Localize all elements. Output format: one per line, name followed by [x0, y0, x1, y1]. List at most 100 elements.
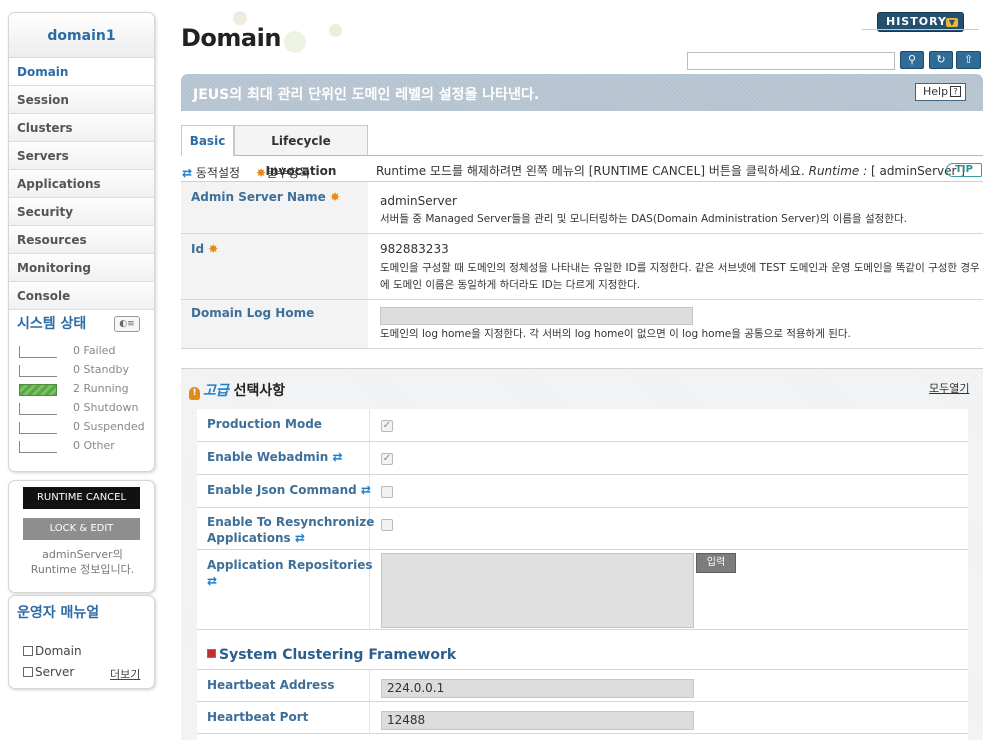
nav-item-resources[interactable]: Resources [9, 226, 154, 254]
runtime-info: adminServer의 Runtime 정보입니다. [9, 547, 156, 577]
field-label: Admin Server Name ✸ [181, 182, 368, 233]
tab-basic[interactable]: Basic [181, 125, 234, 156]
book-icon [23, 667, 33, 677]
status-bar-running [19, 384, 57, 396]
manual-link-domain[interactable]: Domain [23, 644, 82, 658]
enable-resync-label-line1: Enable To Resynchronize [207, 515, 375, 529]
page-description: JEUS의 최대 관리 단위인 도메인 레벨의 설정을 나타낸다. [193, 87, 540, 103]
refresh-icon[interactable]: ↻ [929, 51, 953, 69]
nav-item-domain[interactable]: Domain [9, 58, 154, 86]
page-title: Domain [181, 24, 281, 52]
expand-all-link[interactable]: 모두열기 [929, 380, 969, 396]
lock-edit-button[interactable]: LOCK & EDIT [23, 518, 140, 540]
status-label: Suspended [83, 420, 145, 433]
runtime-info-line1: adminServer의 [42, 548, 123, 561]
help-label: Help [923, 85, 949, 98]
enable-resync-checkbox[interactable] [381, 519, 393, 531]
production-mode-checkbox[interactable]: ✓ [381, 420, 393, 432]
status-running: 2 Running [9, 380, 154, 399]
admin-server-name-desc: 서버들 중 Managed Server들을 관리 및 모니터링하는 DAS(D… [380, 213, 907, 225]
nav-item-applications[interactable]: Applications [9, 170, 154, 198]
status-bar [19, 403, 57, 415]
heartbeat-address-input[interactable]: 224.0.0.1 [381, 679, 694, 698]
decorative-circle [284, 31, 306, 53]
status-count: 0 [73, 363, 80, 376]
system-status-header: 시스템 상태 ◐≡ [9, 310, 154, 338]
tab-lifecycle-invocation[interactable]: Lifecycle Invocation [234, 125, 368, 178]
runtime-tip-text: Runtime 모드를 해제하려면 왼쪽 메뉴의 [RUNTIME CANCEL… [376, 164, 805, 178]
domain-log-home-input[interactable] [380, 307, 693, 325]
status-label: Standby [83, 363, 129, 376]
status-shutdown: 0 Shutdown [9, 399, 154, 418]
advanced-form: Production Mode ✓ Enable Webadmin ⇄ ✓ En… [197, 409, 968, 741]
advanced-title-text: 선택사항 [228, 383, 286, 399]
input-button[interactable]: 입력 [696, 553, 736, 573]
manual-link-server[interactable]: Server [23, 665, 74, 679]
help-button[interactable]: Help? [915, 83, 966, 101]
book-icon [23, 646, 33, 656]
status-count: 0 [73, 401, 80, 414]
row-enable-json-command: Enable Json Command ⇄ [197, 475, 968, 508]
status-label: Failed [83, 344, 116, 357]
question-icon: ? [950, 86, 961, 97]
chevron-down-icon: ▼ [946, 18, 958, 27]
row-heartbeat-port: Heartbeat Port 12488 [197, 702, 968, 734]
status-bar [19, 346, 57, 358]
legend-row: ⇄ 동적설정 ✸필수항목 Runtime 모드를 해제하려면 왼쪽 메뉴의 [R… [181, 160, 983, 182]
decorative-circle [233, 11, 247, 25]
row-id: Id ✸ 982883233 도메인을 구성할 때 도메인의 정체성을 나타내는… [181, 234, 983, 300]
row-production-mode: Production Mode ✓ [197, 409, 968, 442]
status-other: 0 Other [9, 437, 154, 456]
clustering-title: System Clustering Framework [219, 647, 457, 663]
system-status-title: 시스템 상태 [17, 316, 87, 332]
enable-webadmin-checkbox[interactable]: ✓ [381, 453, 393, 465]
domain-log-home-desc: 도메인의 log home을 지정한다. 각 서버의 log home이 없으면… [380, 328, 851, 340]
divider [862, 29, 979, 30]
nav-item-security[interactable]: Security [9, 198, 154, 226]
enable-webadmin-label: Enable Webadmin [207, 450, 329, 464]
runtime-tip: Runtime 모드를 해제하려면 왼쪽 메뉴의 [RUNTIME CANCEL… [376, 162, 965, 179]
nav-item-clusters[interactable]: Clusters [9, 114, 154, 142]
search-input[interactable] [687, 52, 895, 70]
status-bar [19, 441, 57, 453]
status-bar [19, 422, 57, 434]
enable-json-command-label: Enable Json Command [207, 483, 357, 497]
nav-item-session[interactable]: Session [9, 86, 154, 114]
domain-log-home-label: Domain Log Home [191, 306, 315, 320]
application-repositories-textarea[interactable] [381, 553, 694, 628]
admin-server-name-label: Admin Server Name [191, 190, 326, 204]
manual-link-label: Domain [35, 644, 82, 658]
application-repositories-label: Application Repositories [207, 558, 373, 572]
status-count: 2 [73, 382, 80, 395]
monitor-icon[interactable]: ◐≡ [114, 316, 140, 332]
runtime-cancel-button[interactable]: RUNTIME CANCEL [23, 487, 140, 509]
nav-item-monitoring[interactable]: Monitoring [9, 254, 154, 282]
heartbeat-port-input[interactable]: 12488 [381, 711, 694, 730]
search-icon[interactable]: ⚲ [900, 51, 924, 69]
status-bar [19, 365, 57, 377]
advanced-panel: ! 고급 선택사항 모두열기 Production Mode ✓ Enable W… [181, 368, 983, 741]
dynamic-setting-icon: ⇄ [182, 166, 193, 180]
more-link[interactable]: 더보기 [110, 666, 140, 682]
dynamic-legend: ⇄ 동적설정 [182, 164, 240, 181]
required-icon: ✸ [329, 190, 341, 204]
status-label: Running [83, 382, 129, 395]
xml-export-icon[interactable]: ⇧ [956, 51, 981, 69]
row-heartbeat-address: Heartbeat Address 224.0.0.1 [197, 670, 968, 702]
manual-link-label: Server [35, 665, 75, 679]
dynamic-setting-icon: ⇄ [294, 531, 305, 545]
history-label: HISTORY [886, 15, 947, 28]
nav-item-console[interactable]: Console [9, 282, 154, 310]
runtime-card: RUNTIME CANCEL LOCK & EDIT adminServer의 … [8, 480, 155, 593]
heartbeat-port-label: Heartbeat Port [207, 710, 309, 724]
status-label: Other [83, 439, 115, 452]
advanced-title-accent: 고급 [203, 383, 229, 399]
row-domain-log-home: Domain Log Home 도메인의 log home을 지정한다. 각 서… [181, 300, 983, 349]
tip-badge: TIP [946, 163, 982, 177]
nav-item-servers[interactable]: Servers [9, 142, 154, 170]
nav-list: Domain Session Clusters Servers Applicat… [9, 58, 154, 310]
decorative-circle [329, 24, 342, 37]
enable-json-command-checkbox[interactable] [381, 486, 393, 498]
section-header: System Clustering Framework [207, 647, 456, 663]
domain-name[interactable]: domain1 [9, 13, 154, 58]
